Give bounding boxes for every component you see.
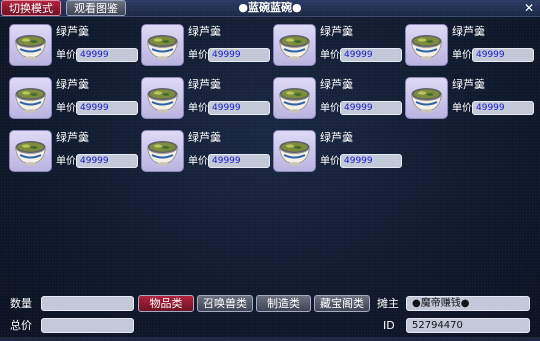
item-name: 绿芦羹 (188, 25, 221, 38)
quantity-field[interactable] (41, 296, 134, 311)
item-slot[interactable]: 绿芦羹单价 49999 (141, 24, 271, 68)
unit-price-label: 单价 (320, 50, 340, 61)
bowl-of-soup-icon[interactable] (405, 24, 448, 66)
unit-price-value: 49999 (208, 154, 270, 168)
unit-price-value: 49999 (76, 48, 138, 62)
view-catalog-button[interactable]: 观看图鉴 (66, 0, 126, 16)
unit-price-value: 49999 (208, 101, 270, 115)
item-slot[interactable]: 绿芦羹单价 49999 (141, 77, 271, 121)
item-slot[interactable]: 绿芦羹单价 49999 (273, 24, 403, 68)
close-icon[interactable]: ✕ (522, 0, 536, 16)
bowl-of-soup-icon[interactable] (141, 130, 184, 172)
category-summons-button[interactable]: 召唤兽类 (197, 295, 253, 312)
unit-price-value: 49999 (340, 154, 402, 168)
unit-price-label: 单价 (188, 50, 208, 61)
item-slot[interactable]: 绿芦羹单价 49999 (9, 130, 139, 174)
stall-owner-label: 摊主 (377, 297, 399, 310)
unit-price-label: 单价 (452, 50, 472, 61)
unit-price-value: 49999 (76, 154, 138, 168)
item-name: 绿芦羹 (452, 25, 485, 38)
category-treasure-button[interactable]: 藏宝阁类 (314, 295, 370, 312)
unit-price-label: 单价 (56, 103, 76, 114)
item-slot[interactable]: 绿芦羹单价 49999 (9, 77, 139, 121)
bowl-of-soup-icon[interactable] (405, 77, 448, 119)
id-label: ID (383, 319, 395, 332)
bowl-of-soup-icon[interactable] (273, 24, 316, 66)
stall-window: ●蓝碗蓝碗● ✕ 切换模式 观看图鉴 绿芦羹 单价 49999 绿芦羹 单价 49999 绿… (0, 0, 540, 341)
unit-price-label: 单价 (56, 50, 76, 61)
total-price-label: 总价 (10, 319, 32, 332)
item-name: 绿芦羹 (56, 131, 89, 144)
bowl-of-soup-icon[interactable] (9, 24, 52, 66)
unit-price-label: 单价 (188, 103, 208, 114)
unit-price-label: 单价 (320, 103, 340, 114)
item-slot[interactable]: 绿芦羹单价 49999 (273, 77, 403, 121)
id-field: 52794470 (406, 318, 530, 333)
unit-price-value: 49999 (340, 101, 402, 115)
item-name: 绿芦羹 (320, 78, 353, 91)
item-name: 绿芦羹 (188, 78, 221, 91)
switch-mode-button[interactable]: 切换模式 (1, 0, 61, 16)
unit-price-label: 单价 (320, 156, 340, 167)
unit-price-value: 49999 (340, 48, 402, 62)
unit-price-value: 49999 (472, 101, 534, 115)
item-slot[interactable]: 绿芦羹单价 49999 (405, 77, 535, 121)
unit-price-label: 单价 (56, 156, 76, 167)
item-slot[interactable]: 绿芦羹单价 49999 (405, 24, 535, 68)
quantity-label: 数量 (10, 297, 32, 310)
item-slot[interactable]: 绿芦羹单价 49999 (9, 24, 139, 68)
item-name: 绿芦羹 (320, 25, 353, 38)
item-name: 绿芦羹 (452, 78, 485, 91)
item-name: 绿芦羹 (56, 78, 89, 91)
bowl-of-soup-icon[interactable] (273, 77, 316, 119)
category-items-button[interactable]: 物品类 (138, 295, 194, 312)
window-bottom-edge (0, 337, 540, 341)
stall-owner-field: ●魔帝赚钱● (406, 296, 530, 311)
bowl-of-soup-icon[interactable] (141, 77, 184, 119)
item-name: 绿芦羹 (320, 131, 353, 144)
unit-price-label: 单价 (188, 156, 208, 167)
unit-price-value: 49999 (208, 48, 270, 62)
item-slot[interactable]: 绿芦羹单价 49999 (141, 130, 271, 174)
bowl-of-soup-icon[interactable] (9, 130, 52, 172)
item-slot[interactable]: 绿芦羹单价 49999 (273, 130, 403, 174)
item-name: 绿芦羹 (56, 25, 89, 38)
bowl-of-soup-icon[interactable] (141, 24, 184, 66)
unit-price-label: 单价 (452, 103, 472, 114)
bowl-of-soup-icon[interactable] (273, 130, 316, 172)
total-price-field (41, 318, 134, 333)
unit-price-value: 49999 (472, 48, 534, 62)
item-name: 绿芦羹 (188, 131, 221, 144)
bowl-of-soup-icon[interactable] (9, 77, 52, 119)
category-crafting-button[interactable]: 制造类 (256, 295, 311, 312)
unit-price-value: 49999 (76, 101, 138, 115)
